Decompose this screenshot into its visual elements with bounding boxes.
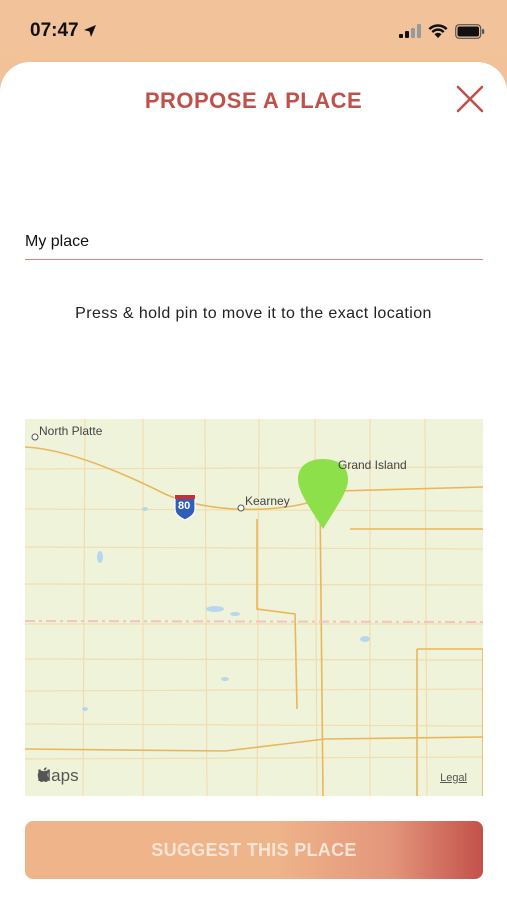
map-label-kearney: Kearney [245, 494, 290, 508]
wifi-icon [428, 23, 448, 38]
time-text: 07:47 [30, 20, 79, 41]
apple-maps-brand: Maps [37, 766, 79, 786]
cellular-signal-icon [399, 24, 421, 38]
close-icon [456, 85, 484, 113]
legal-link[interactable]: Legal [440, 772, 467, 784]
apple-logo-icon [37, 767, 50, 782]
interstate-80-label: 80 [178, 500, 191, 512]
pin-hint-text: Press & hold pin to move it to the exact… [75, 305, 432, 322]
suggest-place-button[interactable]: SUGGEST THIS PLACE [25, 821, 483, 879]
page-title: PROPOSE A PLACE [144, 88, 363, 113]
map-label-north-platte: North Platte [39, 424, 103, 438]
close-button[interactable] [455, 84, 485, 114]
status-bar: 07:47 [0, 0, 507, 62]
map-view[interactable]: North Platte Kearney Grand Island 80 Map… [25, 419, 483, 796]
status-icons [399, 23, 485, 39]
map-label-grand-island: Grand Island [338, 458, 407, 472]
propose-place-sheet: PROPOSE A PLACE Press & hold pin to move… [0, 62, 507, 900]
location-arrow-icon [83, 25, 96, 37]
map-roads [25, 419, 483, 796]
place-name-input[interactable] [25, 228, 483, 260]
status-time: 07:47 [30, 20, 97, 42]
battery-icon [455, 23, 485, 39]
